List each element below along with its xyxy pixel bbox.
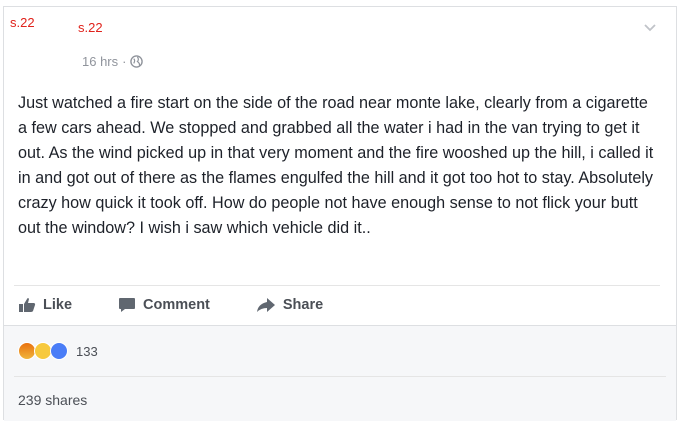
share-arrow-icon — [256, 298, 275, 312]
shares-count[interactable]: 239 shares — [18, 392, 87, 408]
share-label: Share — [282, 297, 324, 313]
thumbs-up-icon — [19, 298, 36, 312]
reaction-count[interactable]: 133 — [76, 344, 98, 359]
reactions-summary[interactable]: 133 — [18, 342, 98, 360]
share-button[interactable]: Share — [256, 297, 323, 313]
comment-label: Comment — [143, 297, 210, 313]
divider — [14, 285, 660, 286]
like-reaction-icon — [50, 342, 68, 360]
like-label: Like — [43, 297, 73, 313]
post-footer: 133 239 shares — [4, 325, 676, 421]
redacted-author-name: s.22 — [10, 15, 35, 30]
post-actions: Like Comment Share — [18, 294, 323, 316]
like-button[interactable]: Like — [18, 297, 72, 313]
comment-button[interactable]: Comment — [118, 297, 210, 313]
post-body-text: Just watched a fire start on the side of… — [18, 94, 654, 237]
meta-separator: · — [122, 54, 127, 69]
redacted-author-name-2: s.22 — [78, 20, 103, 35]
post-meta: 16 hrs · — [82, 54, 144, 69]
divider — [14, 376, 666, 377]
chevron-down-icon[interactable] — [642, 22, 658, 34]
post-timestamp[interactable]: 16 hrs — [82, 54, 118, 69]
comment-icon — [119, 298, 136, 312]
globe-icon[interactable] — [130, 55, 144, 68]
